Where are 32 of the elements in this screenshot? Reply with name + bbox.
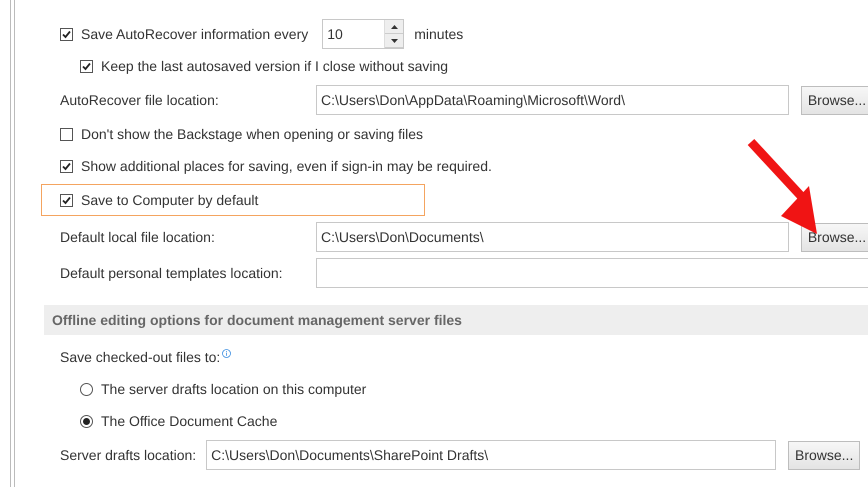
checkbox-label: Save AutoRecover information every — [81, 26, 308, 42]
path-field[interactable]: C:\Users\Don\Documents\SharePoint Drafts\ — [206, 440, 776, 470]
checkbox[interactable] — [60, 28, 73, 40]
radio-label: The server drafts location on this computer — [101, 381, 366, 397]
field-label: AutoRecover file location: — [60, 92, 220, 108]
browse-button[interactable]: Browse... — [801, 86, 868, 114]
checkbox[interactable] — [60, 128, 73, 140]
checkbox[interactable] — [60, 194, 73, 206]
path-field[interactable]: C:\Users\Don\Documents\ — [316, 222, 789, 252]
number-spinner[interactable]: 10 — [322, 19, 404, 49]
checkbox-label: Keep the last autosaved version if I close without saving — [101, 58, 448, 74]
group-label: Save checked-out files to: — [60, 349, 220, 365]
info-icon[interactable] — [222, 349, 232, 358]
section-header: Offline editing options for document management server files — [44, 305, 868, 335]
field-label: Server drafts location: — [60, 447, 196, 463]
checkbox-label: Save to Computer by default — [81, 192, 258, 208]
checkbox[interactable] — [60, 160, 73, 172]
field-label: Default personal templates location: — [60, 265, 284, 281]
radio-label: The Office Document Cache — [101, 413, 278, 429]
radio-button[interactable] — [80, 382, 93, 396]
checkbox[interactable] — [80, 60, 93, 72]
checkbox-label: Show additional places for saving, even if sign-in may be required. — [81, 158, 492, 174]
path-field[interactable]: C:\Users\Don\AppData\Roaming\Microsoft\Word\ — [316, 85, 789, 115]
down-arrow-icon[interactable] — [390, 38, 398, 42]
path-field[interactable] — [316, 258, 868, 288]
radio-button[interactable] — [80, 414, 93, 428]
browse-button[interactable]: Browse... — [801, 222, 868, 252]
checkbox-label: Don't show the Backstage when opening or saving files — [81, 126, 423, 142]
up-arrow-icon[interactable] — [390, 24, 398, 28]
field-label: Default local file location: — [60, 229, 216, 245]
unit-label: minutes — [414, 26, 464, 42]
browse-button[interactable]: Browse... — [788, 440, 860, 470]
